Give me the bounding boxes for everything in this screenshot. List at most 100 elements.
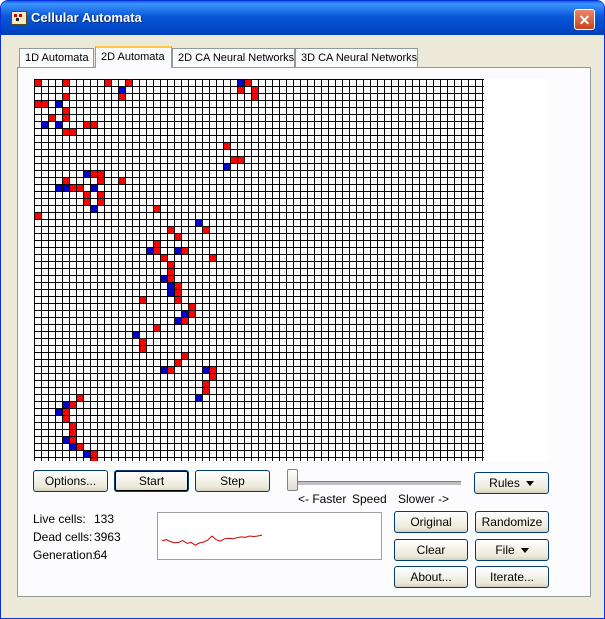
grid-cell-red[interactable] (188, 303, 195, 310)
grid-cell-red[interactable] (62, 93, 69, 100)
grid-cell-red[interactable] (174, 296, 181, 303)
grid-cell-red[interactable] (202, 387, 209, 394)
grid-cell-red[interactable] (118, 93, 125, 100)
grid-cell-red[interactable] (97, 177, 104, 184)
grid-cell-blue[interactable] (223, 163, 230, 170)
grid-cell-red[interactable] (118, 177, 125, 184)
close-button[interactable]: ✕ (574, 9, 595, 30)
grid-cell-red[interactable] (181, 352, 188, 359)
grid-cell-red[interactable] (153, 240, 160, 247)
grid-cell-red[interactable] (167, 275, 174, 282)
grid-cell-blue[interactable] (160, 366, 167, 373)
grid-cell-red[interactable] (139, 296, 146, 303)
grid-cell-red[interactable] (188, 310, 195, 317)
grid-cell-blue[interactable] (167, 289, 174, 296)
clear-button[interactable]: Clear (394, 539, 468, 561)
speed-slider-thumb[interactable] (287, 469, 298, 491)
grid-cell-red[interactable] (167, 226, 174, 233)
grid-cell-red[interactable] (139, 338, 146, 345)
grid-cell-blue[interactable] (181, 310, 188, 317)
grid-cell-red[interactable] (83, 121, 90, 128)
options-button[interactable]: Options... (33, 470, 108, 492)
grid-cell-blue[interactable] (195, 219, 202, 226)
grid-cell-red[interactable] (62, 408, 69, 415)
grid-cell-red[interactable] (62, 415, 69, 422)
grid-cell-red[interactable] (174, 289, 181, 296)
grid-cell-red[interactable] (251, 86, 258, 93)
grid-cell-red[interactable] (62, 79, 69, 86)
start-button[interactable]: Start (114, 470, 189, 492)
grid-cell-blue[interactable] (174, 247, 181, 254)
tab-2d-ca-neural-networks[interactable]: 2D CA Neural Networks (172, 48, 295, 67)
step-button[interactable]: Step (195, 470, 270, 492)
grid-cell-red[interactable] (83, 198, 90, 205)
grid-cell-red[interactable] (209, 366, 216, 373)
grid-cell-red[interactable] (41, 100, 48, 107)
grid-cell-red[interactable] (76, 443, 83, 450)
grid-canvas[interactable] (34, 79, 548, 461)
grid-cell-red[interactable] (181, 317, 188, 324)
grid-cell-red[interactable] (202, 380, 209, 387)
grid-cell-red[interactable] (244, 79, 251, 86)
grid-cell-red[interactable] (160, 254, 167, 261)
grid-cell-red[interactable] (104, 79, 111, 86)
grid-cell-red[interactable] (167, 366, 174, 373)
randomize-button[interactable]: Randomize (475, 511, 549, 533)
grid-cell-red[interactable] (62, 128, 69, 135)
grid-cell-blue[interactable] (83, 170, 90, 177)
grid-cell-red[interactable] (139, 345, 146, 352)
grid-cell-red[interactable] (237, 86, 244, 93)
grid-cell-red[interactable] (153, 205, 160, 212)
grid-cell-blue[interactable] (195, 394, 202, 401)
automata-grid[interactable] (34, 79, 548, 461)
grid-cell-blue[interactable] (146, 247, 153, 254)
grid-cell-blue[interactable] (62, 436, 69, 443)
grid-cell-red[interactable] (62, 114, 69, 121)
grid-cell-red[interactable] (125, 79, 132, 86)
grid-cell-blue[interactable] (83, 450, 90, 457)
about-button[interactable]: About... (394, 566, 468, 588)
grid-cell-red[interactable] (90, 121, 97, 128)
grid-cell-red[interactable] (174, 359, 181, 366)
grid-cell-red[interactable] (62, 107, 69, 114)
grid-cell-red[interactable] (34, 212, 41, 219)
grid-cell-red[interactable] (83, 191, 90, 198)
grid-cell-blue[interactable] (174, 317, 181, 324)
grid-cell-red[interactable] (90, 450, 97, 457)
grid-cell-red[interactable] (167, 261, 174, 268)
title-bar[interactable]: Cellular Automata ✕ (1, 1, 604, 35)
speed-slider-track[interactable] (293, 481, 461, 486)
grid-cell-blue[interactable] (118, 86, 125, 93)
grid-cell-blue[interactable] (167, 282, 174, 289)
grid-cell-blue[interactable] (62, 184, 69, 191)
grid-cell-red[interactable] (69, 436, 76, 443)
grid-cell-blue[interactable] (55, 184, 62, 191)
grid-cell-blue[interactable] (55, 100, 62, 107)
grid-cell-red[interactable] (153, 247, 160, 254)
grid-cell-blue[interactable] (69, 443, 76, 450)
grid-cell-red[interactable] (167, 268, 174, 275)
tab-1d-automata[interactable]: 1D Automata (19, 48, 94, 67)
grid-cell-blue[interactable] (62, 401, 69, 408)
grid-cell-red[interactable] (69, 429, 76, 436)
grid-cell-blue[interactable] (41, 121, 48, 128)
grid-cell-red[interactable] (76, 394, 83, 401)
grid-cell-red[interactable] (209, 373, 216, 380)
grid-cell-red[interactable] (62, 177, 69, 184)
tab-3d-ca-neural-networks[interactable]: 3D CA Neural Networks (295, 48, 418, 67)
grid-cell-red[interactable] (251, 93, 258, 100)
tab-2d-automata[interactable]: 2D Automata (95, 46, 172, 68)
grid-cell-blue[interactable] (160, 275, 167, 282)
grid-cell-red[interactable] (76, 184, 83, 191)
grid-cell-red[interactable] (69, 128, 76, 135)
grid-cell-red[interactable] (202, 226, 209, 233)
grid-cell-red[interactable] (48, 114, 55, 121)
grid-cell-blue[interactable] (55, 121, 62, 128)
grid-cell-red[interactable] (69, 422, 76, 429)
grid-cell-blue[interactable] (90, 184, 97, 191)
grid-cell-red[interactable] (34, 79, 41, 86)
grid-cell-blue[interactable] (202, 366, 209, 373)
grid-cell-red[interactable] (153, 324, 160, 331)
grid-cell-red[interactable] (34, 100, 41, 107)
grid-cell-red[interactable] (230, 156, 237, 163)
